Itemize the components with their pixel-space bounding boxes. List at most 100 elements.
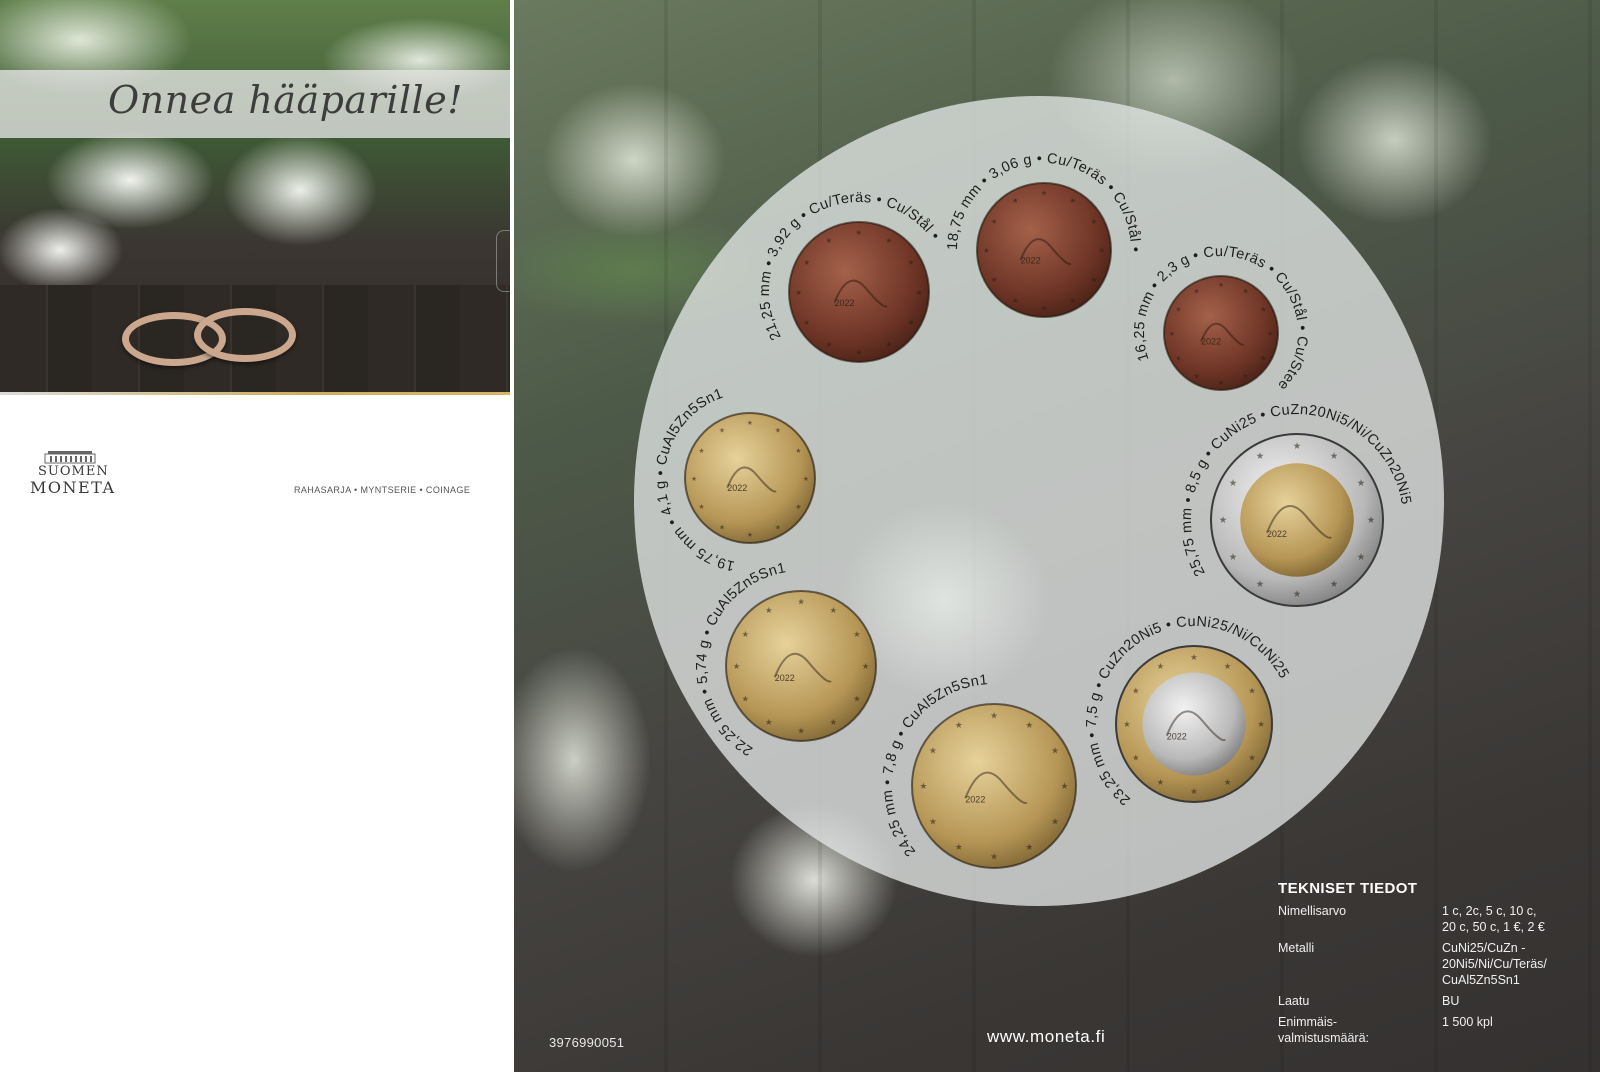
star-icon: ★ <box>741 630 748 639</box>
star-icon: ★ <box>1012 196 1019 205</box>
star-icon: ★ <box>691 475 697 483</box>
star-icon: ★ <box>1218 379 1224 387</box>
star-icon: ★ <box>741 694 748 703</box>
tech-value: 1 500 kpl <box>1442 1015 1493 1029</box>
star-icon: ★ <box>803 318 810 327</box>
tech-value: 1 c, 2c, 5 c, 10 c, 20 c, 50 c, 1 €, 2 € <box>1442 904 1545 934</box>
tech-row: Laatu BU <box>1278 993 1598 1009</box>
star-icon: ★ <box>1070 196 1077 205</box>
website-link[interactable]: www.moneta.fi <box>987 1027 1105 1047</box>
star-icon: ★ <box>862 662 869 671</box>
star-icon: ★ <box>955 842 963 852</box>
coin-year: 2022 <box>835 298 855 308</box>
coin-50-cent: ★★★★★★★★★★★★202224,25 mm • 7,8 g • CuAl5… <box>880 672 1077 869</box>
tech-value: CuNi25/CuZn - 20Ni5/Ni/Cu/Teräs/ CuAl5Zn… <box>1442 941 1547 987</box>
star-icon: ★ <box>797 598 804 607</box>
star-icon: ★ <box>1248 753 1256 763</box>
coin-year: 2022 <box>775 673 795 683</box>
coin-year: 2022 <box>965 794 985 804</box>
star-icon: ★ <box>1091 275 1098 284</box>
star-icon: ★ <box>929 746 937 756</box>
coin-face <box>788 221 930 363</box>
coin-10-cent: ★★★★★★★★★★★★202219,75 mm • 4,1 g • CuAl5… <box>653 386 816 574</box>
star-icon: ★ <box>1242 288 1248 296</box>
star-icon: ★ <box>1218 281 1224 289</box>
star-icon: ★ <box>1041 188 1048 197</box>
star-icon: ★ <box>1229 478 1237 489</box>
star-icon: ★ <box>765 606 772 615</box>
star-icon: ★ <box>698 503 704 511</box>
star-icon: ★ <box>1330 451 1338 462</box>
star-icon: ★ <box>1357 478 1365 489</box>
star-icon: ★ <box>1175 355 1181 363</box>
star-icon: ★ <box>747 531 753 539</box>
star-icon: ★ <box>1051 816 1059 826</box>
building-icon <box>44 451 96 464</box>
star-icon: ★ <box>830 606 837 615</box>
brand-name-bottom: MONETA <box>30 478 116 497</box>
technical-data-title: TEKNISET TIEDOT <box>1278 880 1418 897</box>
star-icon: ★ <box>825 340 832 349</box>
star-icon: ★ <box>1098 246 1105 255</box>
tech-label: Nimellisarvo <box>1278 904 1347 918</box>
star-icon: ★ <box>1025 720 1033 730</box>
tech-label: Metalli <box>1278 941 1315 955</box>
star-icon: ★ <box>1051 746 1059 756</box>
star-icon: ★ <box>856 228 863 237</box>
coin-2-euro: ★★★★★★★★★★★★202225,75 mm • 8,5 g • CuNi2… <box>1179 402 1413 607</box>
star-icon: ★ <box>698 447 704 455</box>
star-icon: ★ <box>886 340 893 349</box>
flowers-rings-photo: Onnea hääparille! <box>0 0 510 392</box>
star-icon: ★ <box>803 475 809 483</box>
greeting-title: Onnea hääparille! <box>108 78 463 122</box>
left-card: Onnea hääparille! SUOMEN MONETA RAHASARJ… <box>0 0 510 500</box>
star-icon: ★ <box>803 258 810 267</box>
star-icon: ★ <box>1260 355 1266 363</box>
brand-name-top: SUOMEN <box>38 464 109 479</box>
tech-label: Enimmäis- valmistusmäärä: <box>1278 1015 1369 1045</box>
coin-core <box>1142 672 1246 776</box>
star-icon: ★ <box>1169 330 1175 338</box>
star-icon: ★ <box>830 718 837 727</box>
star-icon: ★ <box>983 246 990 255</box>
coin-year: 2022 <box>1267 529 1287 539</box>
star-icon: ★ <box>991 217 998 226</box>
card-notch <box>496 230 510 292</box>
star-icon: ★ <box>919 781 927 791</box>
star-icon: ★ <box>955 720 963 730</box>
star-icon: ★ <box>795 503 801 511</box>
star-icon: ★ <box>1257 719 1265 729</box>
technical-data: TEKNISET TIEDOT Nimellisarvo 1 c, 2c, 5 … <box>1278 880 1598 1051</box>
coin-1-euro: ★★★★★★★★★★★★202223,25 mm • 7,5 g • CuZn2… <box>1084 614 1291 808</box>
star-icon: ★ <box>1224 777 1232 787</box>
coin-year: 2022 <box>1167 732 1187 742</box>
star-icon: ★ <box>719 427 725 435</box>
star-icon: ★ <box>1267 330 1273 338</box>
star-icon: ★ <box>795 447 801 455</box>
star-icon: ★ <box>775 523 781 531</box>
star-icon: ★ <box>1060 781 1068 791</box>
tech-row: Nimellisarvo 1 c, 2c, 5 c, 10 c, 20 c, 5… <box>1278 903 1598 935</box>
tech-label: Laatu <box>1278 994 1310 1008</box>
star-icon: ★ <box>1293 589 1301 600</box>
star-icon: ★ <box>1025 842 1033 852</box>
star-icon: ★ <box>1242 372 1248 380</box>
coin-face <box>725 590 877 742</box>
star-icon: ★ <box>719 523 725 531</box>
star-icon: ★ <box>856 348 863 357</box>
star-icon: ★ <box>1132 753 1140 763</box>
coin-year: 2022 <box>727 483 747 493</box>
star-icon: ★ <box>1175 305 1181 313</box>
star-icon: ★ <box>1193 288 1199 296</box>
star-icon: ★ <box>1041 304 1048 313</box>
gold-divider <box>0 392 510 395</box>
star-icon: ★ <box>1293 441 1301 452</box>
coin-core <box>1240 463 1354 577</box>
star-icon: ★ <box>1157 661 1165 671</box>
star-icon: ★ <box>853 694 860 703</box>
star-icon: ★ <box>916 288 923 297</box>
star-icon: ★ <box>908 258 915 267</box>
series-caption: RAHASARJA • MYNTSERIE • COINAGE <box>294 485 471 495</box>
star-icon: ★ <box>1132 685 1140 695</box>
star-icon: ★ <box>1248 685 1256 695</box>
